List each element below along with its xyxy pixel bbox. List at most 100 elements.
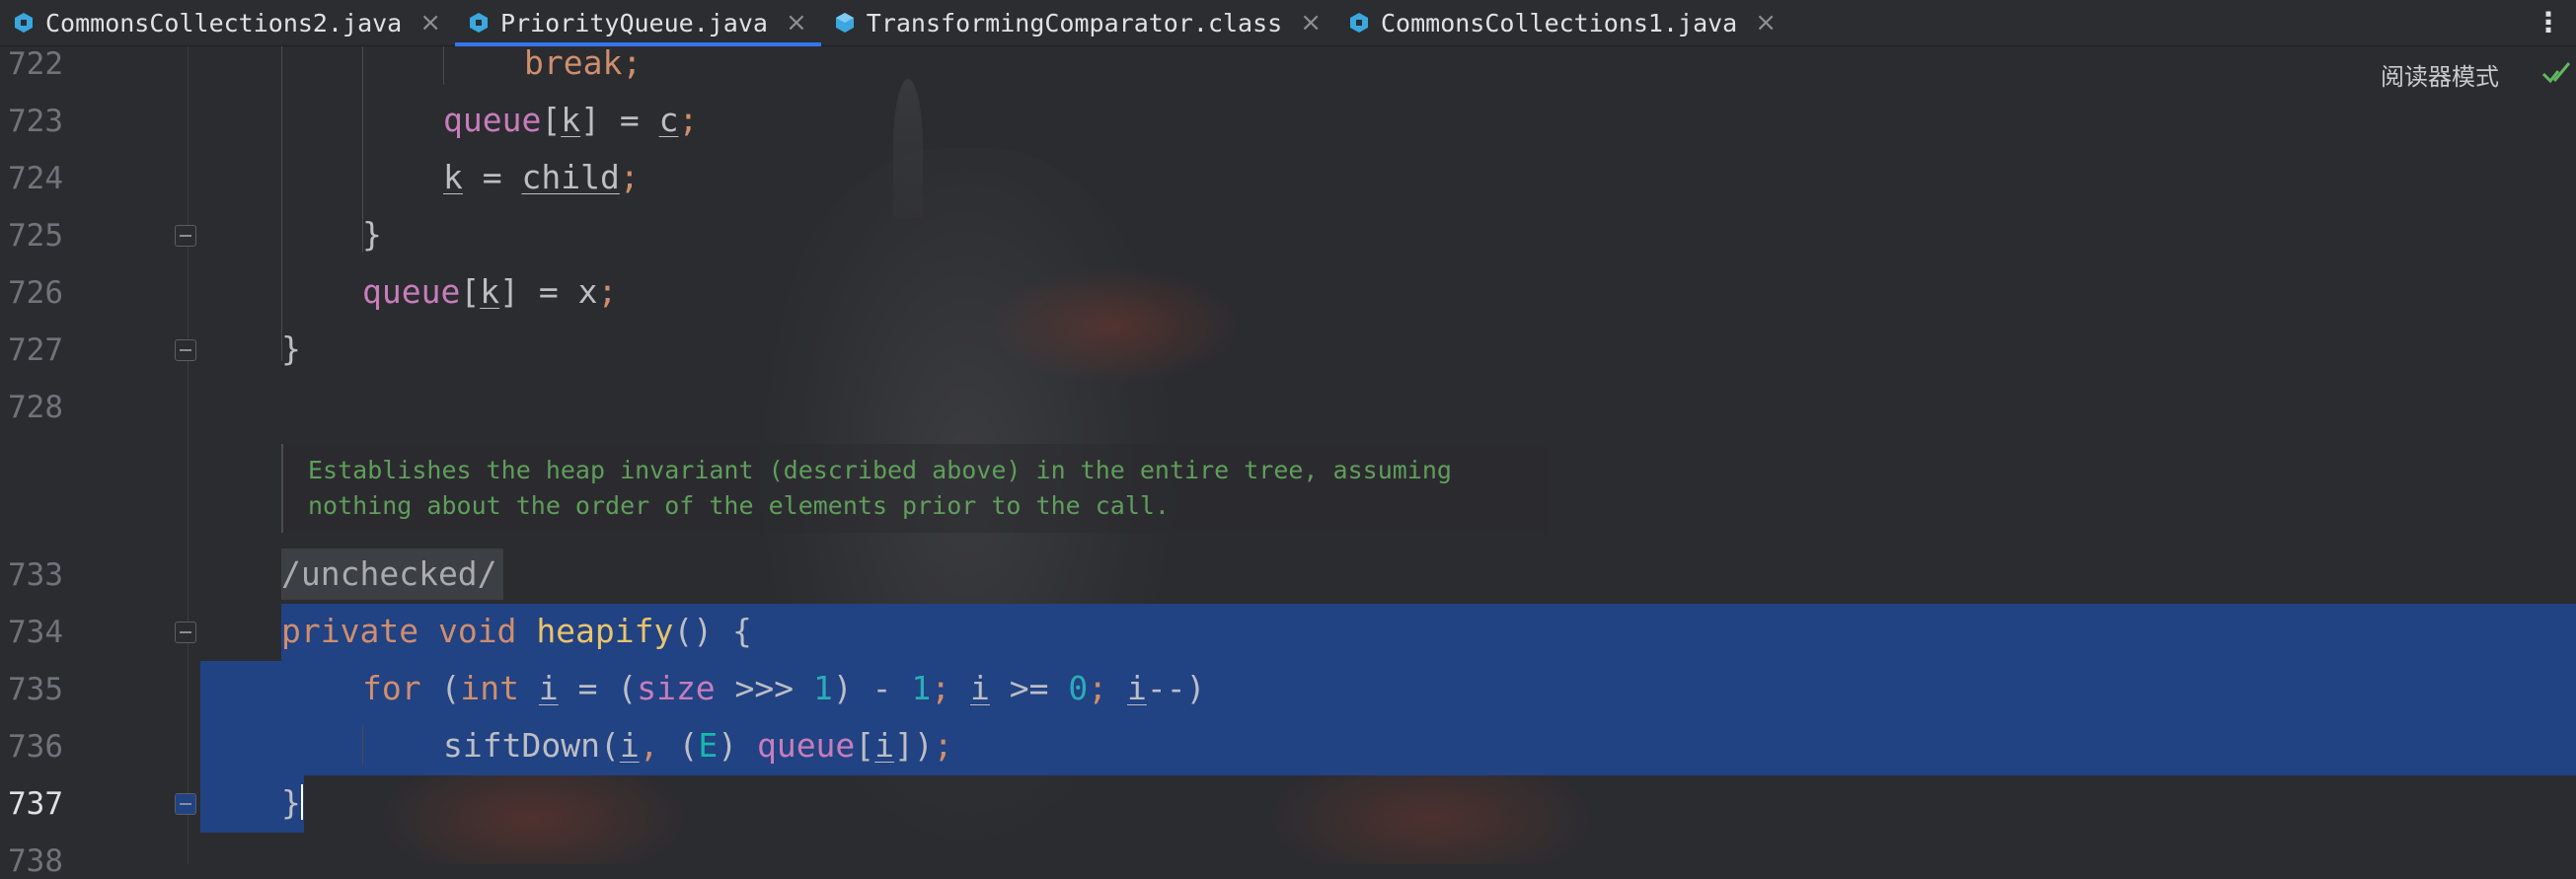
tab-label: PriorityQueue.java — [500, 8, 768, 37]
check-icon[interactable] — [2540, 59, 2572, 87]
annotation-unchecked: /unchecked/ — [281, 554, 497, 593]
variable-child: child — [521, 158, 620, 196]
variable-k: k — [480, 272, 500, 311]
line-number: 724 — [8, 161, 63, 196]
javadoc-line: Establishes the heap invariant (describe… — [308, 456, 1452, 484]
tab-commonscollections1[interactable]: CommonsCollections1.java × — [1335, 0, 1790, 45]
assignment: ] = x — [499, 272, 598, 311]
editor-tab-bar: CommonsCollections2.java × PriorityQueue… — [0, 0, 2576, 46]
fold-marker[interactable] — [175, 622, 196, 643]
line-number: 723 — [8, 104, 63, 139]
closing-brace: } — [281, 330, 301, 368]
params: () { — [673, 612, 752, 650]
java-file-icon — [15, 13, 33, 33]
line-number: 728 — [8, 390, 63, 425]
paren: ( — [658, 726, 699, 765]
close-icon[interactable]: × — [1755, 8, 1777, 37]
paren: ( — [420, 669, 461, 707]
code-line-722: break; — [524, 43, 642, 82]
line-number: 735 — [8, 672, 63, 707]
keyword-int: int — [460, 669, 519, 707]
semicolon: ; — [1088, 669, 1108, 707]
close-icon[interactable]: × — [419, 8, 441, 37]
paren: ( — [599, 726, 620, 765]
line-number: 738 — [8, 843, 63, 879]
code-line-726: queue[k] = x; — [362, 272, 617, 311]
number: 0 — [1068, 669, 1089, 707]
assignment: = ( — [558, 669, 638, 707]
semicolon: ; — [597, 272, 618, 311]
keyword-private: private — [281, 612, 419, 650]
fold-marker[interactable] — [175, 225, 196, 247]
line-number: 725 — [8, 218, 63, 254]
bracket: [ — [541, 101, 562, 139]
method-heapify: heapify — [536, 612, 674, 650]
type-param-e: E — [698, 726, 719, 765]
decrement: --) — [1146, 669, 1206, 707]
line-number: 736 — [8, 729, 63, 765]
reader-mode-button[interactable]: 阅读器模式 — [2381, 57, 2499, 92]
bracket: [ — [855, 726, 875, 765]
variable-i: i — [1127, 669, 1147, 707]
variable-c: c — [658, 101, 679, 139]
keyword-void: void — [437, 612, 517, 650]
semicolon: ; — [622, 43, 643, 82]
code-line-737: } — [281, 783, 303, 822]
variable-i: i — [538, 669, 559, 707]
indent-guide — [281, 45, 282, 361]
operator: >= — [989, 669, 1069, 707]
keyword-for: for — [362, 669, 421, 707]
code-line-735: for (int i = (size >>> 1) - 1; i >= 0; i… — [362, 669, 1205, 707]
assignment: ] = — [580, 101, 659, 139]
code-line-725: } — [362, 215, 382, 254]
code-line-724: k = child; — [443, 158, 640, 196]
operator: ) - — [832, 669, 912, 707]
variable-k: k — [443, 158, 463, 196]
more-tabs-menu-icon[interactable]: ⋮ — [2535, 6, 2562, 38]
java-file-icon — [470, 13, 489, 33]
variable-i: i — [874, 726, 895, 765]
code-line-736: siftDown(i, (E) queue[i]); — [443, 726, 953, 765]
code-line-727: } — [281, 330, 301, 368]
javadoc-line: nothing about the order of the elements … — [308, 491, 1170, 520]
code-line-734: private void heapify() { — [281, 612, 752, 650]
text-caret — [300, 784, 303, 820]
keyword-break: break — [524, 43, 623, 82]
paren: ) — [718, 726, 757, 765]
code-line-723: queue[k] = c; — [443, 101, 698, 139]
variable-k: k — [561, 101, 581, 139]
comma: , — [639, 726, 659, 765]
bracket: [ — [460, 272, 481, 311]
fold-marker[interactable] — [175, 793, 196, 815]
line-number: 727 — [8, 332, 63, 368]
field-queue: queue — [756, 726, 856, 765]
line-number: 734 — [8, 615, 63, 650]
indent-guide — [443, 45, 444, 85]
tab-label: TransformingComparator.class — [866, 8, 1283, 37]
line-number: 726 — [8, 275, 63, 311]
semicolon: ; — [931, 669, 951, 707]
variable-i: i — [970, 669, 990, 707]
number: 1 — [813, 669, 833, 707]
method-call-siftdown: siftDown — [443, 726, 600, 765]
tab-transformingcomparator[interactable]: TransformingComparator.class × — [821, 0, 1335, 45]
fold-marker[interactable] — [175, 339, 196, 361]
tab-priorityqueue[interactable]: PriorityQueue.java × — [455, 0, 821, 46]
close-icon[interactable]: × — [1300, 8, 1322, 37]
line-number: 722 — [8, 46, 63, 82]
assignment: = — [462, 158, 522, 196]
closing-brace: } — [281, 783, 301, 822]
field-queue: queue — [362, 272, 461, 311]
tab-label: CommonsCollections2.java — [45, 8, 403, 37]
line-number: 733 — [8, 557, 63, 593]
tab-label: CommonsCollections1.java — [1381, 8, 1738, 37]
tab-commonscollections2[interactable]: CommonsCollections2.java × — [0, 0, 455, 45]
close-icon[interactable]: × — [786, 8, 807, 37]
operator: >>> — [715, 669, 814, 707]
field-queue: queue — [443, 101, 542, 139]
line-number: 737 — [8, 786, 63, 822]
code-line-733: /unchecked/ — [281, 554, 497, 593]
